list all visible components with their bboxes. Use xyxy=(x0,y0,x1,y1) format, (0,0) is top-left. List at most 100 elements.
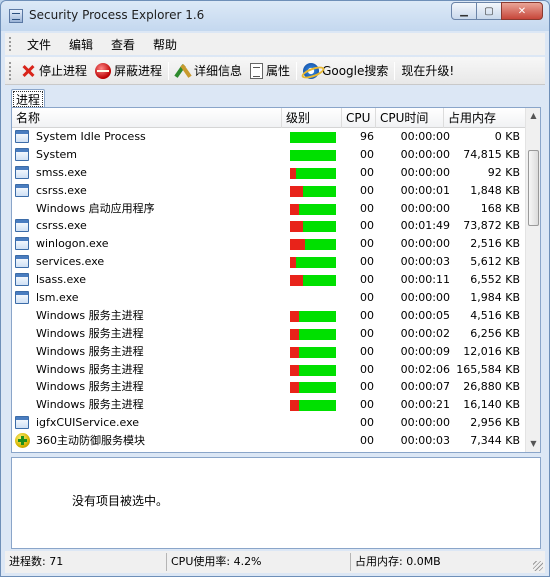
risk-level-bar xyxy=(290,132,336,143)
table-row[interactable]: lsass.exe 00 00:00:11 6,552 KB xyxy=(12,271,526,289)
status-cpu-usage: CPU使用率: 4.2% xyxy=(167,553,351,571)
title-bar[interactable]: Security Process Explorer 1.6 ▁ ▢ ✕ xyxy=(1,1,549,31)
table-row[interactable]: Windows 启动应用程序 00 00:00:00 168 KB xyxy=(12,200,526,218)
table-row[interactable]: csrss.exe 00 00:00:01 1,848 KB xyxy=(12,182,526,200)
stop-process-label: 停止进程 xyxy=(39,64,88,78)
process-cpu-time: 00:00:21 xyxy=(400,398,450,412)
process-cpu-time: 00:00:00 xyxy=(400,291,450,305)
process-name: Windows 服务主进程 xyxy=(36,326,144,340)
process-memory: 2,956 KB xyxy=(470,416,520,430)
process-memory: 16,140 KB xyxy=(463,398,520,412)
table-row[interactable]: Windows 服务主进程 00 00:00:07 26,880 KB xyxy=(12,378,526,396)
process-memory: 74,815 KB xyxy=(463,147,520,161)
column-memory-header[interactable]: 占用内存 xyxy=(444,108,526,128)
status-memory-usage: 占用内存: 0.0MB xyxy=(355,555,441,568)
table-row[interactable]: Windows 服务主进程 00 00:00:02 6,256 KB xyxy=(12,325,526,343)
scroll-down-icon[interactable]: ▼ xyxy=(526,436,540,452)
minimize-button[interactable]: ▁ xyxy=(451,2,477,20)
block-process-button[interactable]: 屏蔽进程 xyxy=(91,59,166,83)
maximize-icon: ▢ xyxy=(484,5,494,17)
upgrade-button[interactable]: 现在升级! xyxy=(397,59,458,83)
risk-level-fill xyxy=(290,203,300,215)
process-cpu: 00 xyxy=(360,416,374,430)
detail-empty-text: 没有项目被选中。 xyxy=(72,494,169,508)
risk-level-bar xyxy=(290,221,336,233)
table-row[interactable]: Windows 服务主进程 00 00:00:05 4,516 KB xyxy=(12,307,526,325)
minimize-icon: ▁ xyxy=(460,5,468,17)
risk-level-bar xyxy=(290,400,336,412)
table-row[interactable]: smss.exe 00 00:00:00 92 KB xyxy=(12,164,526,182)
properties-label: 属性 xyxy=(266,64,291,78)
risk-level-bar xyxy=(290,310,336,322)
scroll-up-icon[interactable]: ▲ xyxy=(526,108,540,124)
window-icon xyxy=(15,255,29,269)
risk-level-bar xyxy=(290,346,336,358)
table-row[interactable]: System Idle Process 96 00:00:00 0 KB xyxy=(12,128,526,146)
process-cpu: 00 xyxy=(360,165,374,179)
main-window: Security Process Explorer 1.6 ▁ ▢ ✕ 文件 编… xyxy=(0,0,550,577)
table-row[interactable]: lsm.exe 00 00:00:00 1,984 KB xyxy=(12,289,526,307)
menu-help[interactable]: 帮助 xyxy=(144,36,186,53)
risk-level-fill xyxy=(290,257,296,269)
process-memory: 0 KB xyxy=(494,130,520,143)
process-memory: 7,344 KB xyxy=(470,434,520,448)
document-icon xyxy=(250,62,264,79)
scroll-thumb[interactable] xyxy=(528,150,539,226)
menu-view[interactable]: 查看 xyxy=(102,36,144,53)
process-list[interactable]: 名称 级别 CPU CPU时间 占用内存 System Idle Process… xyxy=(11,107,541,453)
window-icon xyxy=(15,291,29,305)
app-icon xyxy=(9,9,23,23)
table-row[interactable]: csrss.exe 00 00:01:49 73,872 KB xyxy=(12,217,526,235)
process-name: services.exe xyxy=(36,255,105,269)
process-cpu: 96 xyxy=(360,130,374,143)
google-search-button[interactable]: Google搜索 xyxy=(299,59,392,83)
table-row[interactable]: winlogon.exe 00 00:00:00 2,516 KB xyxy=(12,235,526,253)
menu-file[interactable]: 文件 xyxy=(18,36,60,53)
table-row[interactable]: System 00 00:00:00 74,815 KB xyxy=(12,146,526,164)
risk-level-bar xyxy=(290,364,336,376)
column-cpu-header[interactable]: CPU xyxy=(342,108,376,128)
status-process-count: 进程数: 71 xyxy=(5,553,167,571)
menu-grip[interactable] xyxy=(9,37,12,51)
table-row[interactable]: igfxCUIService.exe 00 00:00:00 2,956 KB xyxy=(12,414,526,432)
process-cpu: 00 xyxy=(360,147,374,161)
vertical-scrollbar[interactable]: ▲ ▼ xyxy=(525,108,540,452)
column-level-header[interactable]: 级别 xyxy=(282,108,342,128)
table-row[interactable]: Windows 服务主进程 00 00:02:06 165,584 KB xyxy=(12,361,526,379)
table-row[interactable]: Windows 服务主进程 00 00:00:21 16,140 KB xyxy=(12,396,526,414)
table-row[interactable]: services.exe 00 00:00:03 5,612 KB xyxy=(12,253,526,271)
close-button[interactable]: ✕ xyxy=(501,2,543,20)
block-process-label: 屏蔽进程 xyxy=(114,64,163,78)
process-name: Windows 服务主进程 xyxy=(36,308,144,322)
risk-level-fill xyxy=(290,221,303,233)
risk-level-bar xyxy=(290,328,336,340)
maximize-button[interactable]: ▢ xyxy=(476,2,502,20)
table-row[interactable]: Windows 服务主进程 00 00:00:09 12,016 KB xyxy=(12,343,526,361)
column-cpu-time-header[interactable]: CPU时间 xyxy=(376,108,444,128)
risk-level-fill xyxy=(290,275,303,287)
toolbar-grip[interactable] xyxy=(9,61,12,80)
resize-grip[interactable] xyxy=(533,561,543,571)
process-cpu: 00 xyxy=(360,237,374,251)
toolbar-separator xyxy=(168,61,170,80)
menu-edit[interactable]: 编辑 xyxy=(60,36,102,53)
table-row[interactable]: 360主动防御服务模块 00 00:00:03 7,344 KB xyxy=(12,432,526,450)
process-cpu: 00 xyxy=(360,398,374,412)
process-name: csrss.exe xyxy=(36,183,87,197)
process-cpu-time: 00:00:00 xyxy=(400,237,450,251)
process-name: csrss.exe xyxy=(36,219,87,233)
properties-button[interactable]: 属性 xyxy=(246,59,294,83)
window-icon xyxy=(15,273,29,287)
details-button[interactable]: 详细信息 xyxy=(171,59,246,83)
risk-level-bar xyxy=(290,239,336,251)
stop-process-button[interactable]: 停止进程 xyxy=(16,59,91,83)
risk-level-fill xyxy=(290,400,300,412)
column-name-header[interactable]: 名称 xyxy=(12,108,282,128)
tab-processes[interactable]: 进程 xyxy=(11,89,46,109)
process-cpu: 00 xyxy=(360,434,374,448)
process-cpu-time: 00:01:49 xyxy=(400,219,450,233)
process-cpu-time: 00:00:11 xyxy=(400,273,450,287)
process-cpu-time: 00:00:09 xyxy=(400,344,450,358)
window-icon xyxy=(15,237,29,251)
process-name: igfxCUIService.exe xyxy=(36,416,140,430)
